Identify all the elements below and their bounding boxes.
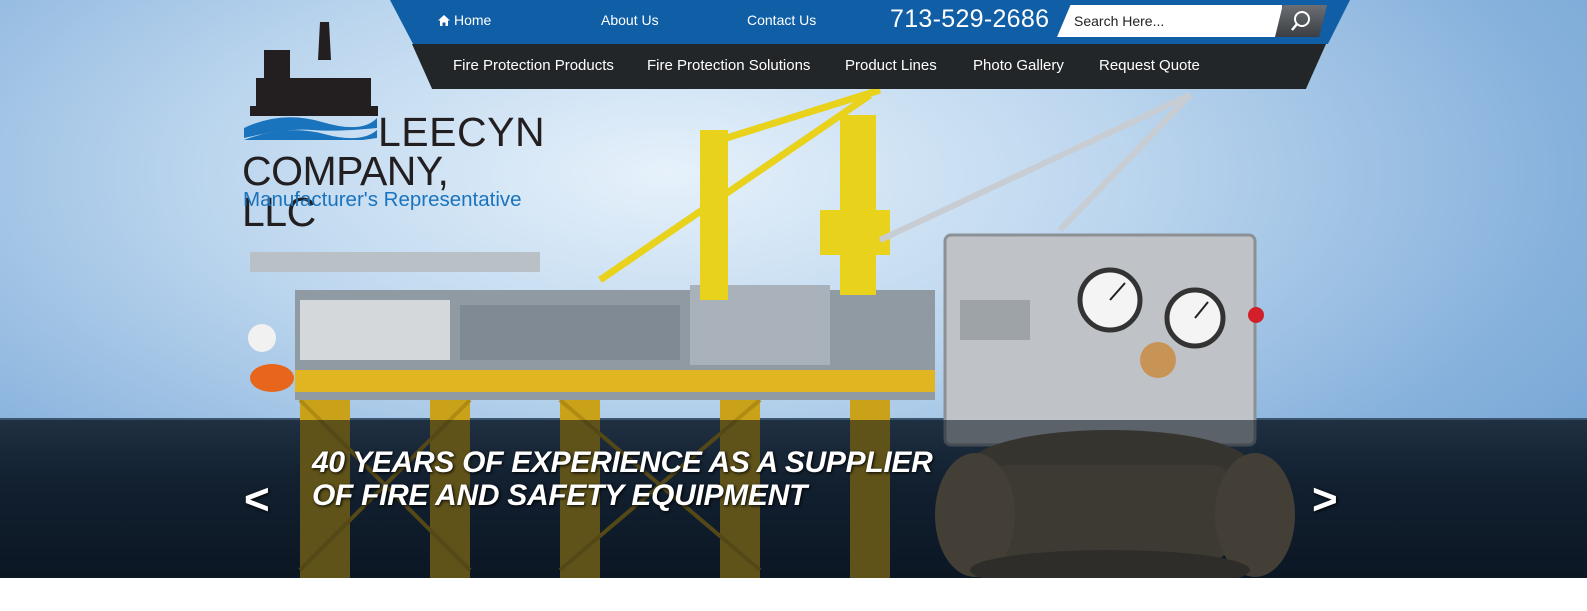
main-nav-bar: Fire Protection Products Fire Protection… bbox=[412, 44, 1326, 89]
phone-number: 713-529-2686 bbox=[890, 5, 1050, 33]
slider-headline: 40 YEARS OF EXPERIENCE AS A SUPPLIER OF … bbox=[312, 446, 933, 512]
search-icon bbox=[1291, 11, 1310, 31]
home-link-label: Home bbox=[454, 12, 492, 28]
headline-line-2: OF FIRE AND SAFETY EQUIPMENT bbox=[312, 479, 807, 512]
nav-about-link[interactable]: About Us bbox=[601, 12, 659, 28]
home-icon bbox=[438, 15, 450, 26]
headline-line-1: 40 YEARS OF EXPERIENCE AS A SUPPLIER bbox=[312, 446, 933, 479]
nav-fire-protection-products[interactable]: Fire Protection Products bbox=[453, 57, 614, 74]
logo-text-leecyn: LEECYN bbox=[378, 109, 546, 155]
nav-fire-protection-solutions[interactable]: Fire Protection Solutions bbox=[647, 57, 810, 74]
search-box bbox=[1057, 5, 1327, 37]
logo-tagline: Manufacturer's Representative bbox=[243, 188, 522, 211]
content-area bbox=[0, 578, 1587, 611]
search-button[interactable] bbox=[1275, 5, 1327, 37]
nav-photo-gallery[interactable]: Photo Gallery bbox=[973, 57, 1064, 74]
nav-product-lines[interactable]: Product Lines bbox=[845, 57, 937, 74]
slider-next-button[interactable]: > bbox=[1312, 475, 1338, 525]
nav-contact-link[interactable]: Contact Us bbox=[747, 12, 816, 28]
search-input[interactable] bbox=[1057, 5, 1282, 37]
slider-prev-button[interactable]: < bbox=[244, 475, 270, 525]
nav-request-quote[interactable]: Request Quote bbox=[1099, 57, 1200, 74]
oil-rig-logo-icon bbox=[244, 22, 378, 140]
nav-home-link[interactable]: Home bbox=[438, 12, 491, 28]
